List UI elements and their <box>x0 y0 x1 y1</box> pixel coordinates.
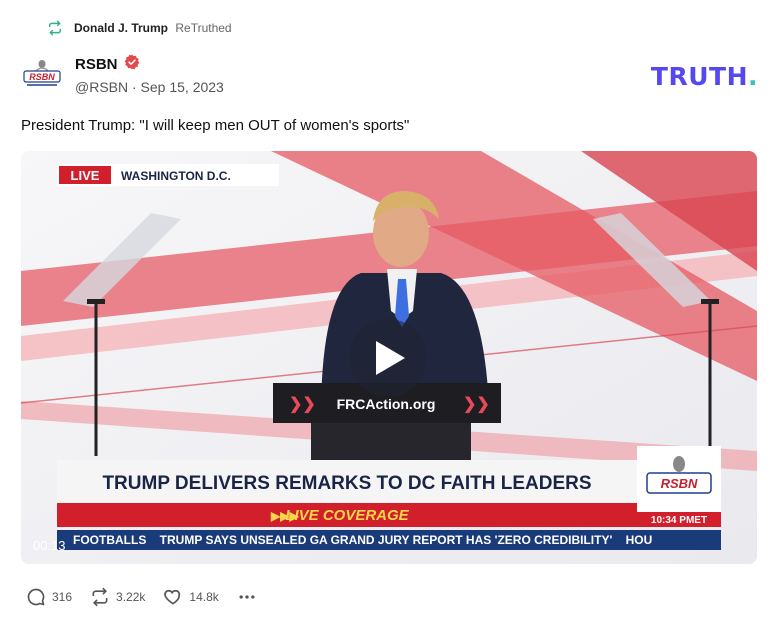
retruth-action: ReTruthed <box>175 21 232 35</box>
headline-text: TRUMP DELIVERS REMARKS TO DC FAITH LEADE… <box>102 473 591 494</box>
retruth-count: 3.22k <box>116 590 146 604</box>
retruth-user[interactable]: Donald J. Trump <box>74 21 168 35</box>
video-player[interactable]: FRCAction.org ❯❯ ❯❯ LIVE WASHINGTON D.C.… <box>21 151 757 564</box>
retruth-button[interactable]: 3.22k <box>90 587 145 607</box>
action-bar: 316 3.22k 14.8k <box>26 585 275 609</box>
author-block: RSBN @RSBN · Sep 15, 2023 <box>75 54 224 95</box>
like-button[interactable]: 14.8k <box>163 587 219 607</box>
svg-text:❯❯: ❯❯ <box>289 396 316 414</box>
ticker: FOOTBALLS TRUMP SAYS UNSEALED GA GRAND J… <box>57 530 721 550</box>
post-text: President Trump: "I will keep men OUT of… <box>21 117 410 134</box>
more-icon <box>237 587 257 607</box>
truth-logo-text: TRUTH <box>650 62 748 91</box>
author-name[interactable]: RSBN <box>75 56 118 73</box>
retruth-action-icon <box>90 587 110 607</box>
truth-logo[interactable]: TRUTH. <box>651 62 758 91</box>
live-tag: LIVE <box>71 168 100 183</box>
author-handle-date[interactable]: @RSBN · Sep 15, 2023 <box>75 79 224 95</box>
avatar[interactable]: RSBN <box>21 57 63 91</box>
retruth-icon <box>46 19 64 37</box>
retruth-header: Donald J. Trump ReTruthed <box>46 19 232 37</box>
svg-text:❯❯: ❯❯ <box>463 396 490 414</box>
comment-icon <box>26 587 46 607</box>
svg-text:▶▶▶: ▶▶▶ <box>270 509 299 523</box>
truth-logo-dot: . <box>748 62 758 91</box>
video-timestamp: 00:13 <box>33 538 66 553</box>
heart-icon <box>163 587 183 607</box>
reply-count: 316 <box>52 590 73 604</box>
avatar-text: RSBN <box>29 72 55 82</box>
more-button[interactable] <box>237 587 257 607</box>
verified-badge-icon <box>124 54 140 75</box>
like-count: 14.8k <box>189 590 219 604</box>
podium-text: FRCAction.org <box>337 396 436 412</box>
ticker-text: FOOTBALLS TRUMP SAYS UNSEALED GA GRAND J… <box>73 533 652 547</box>
network-logo: RSBN <box>661 476 698 491</box>
live-bug: LIVE WASHINGTON D.C. <box>57 164 279 186</box>
clock-text: 10:34 PMET <box>651 515 707 526</box>
reply-button[interactable]: 316 <box>26 587 72 607</box>
location-text: WASHINGTON D.C. <box>121 169 231 183</box>
subheadline-text: LIVE COVERAGE <box>285 507 409 524</box>
play-button <box>349 319 427 397</box>
